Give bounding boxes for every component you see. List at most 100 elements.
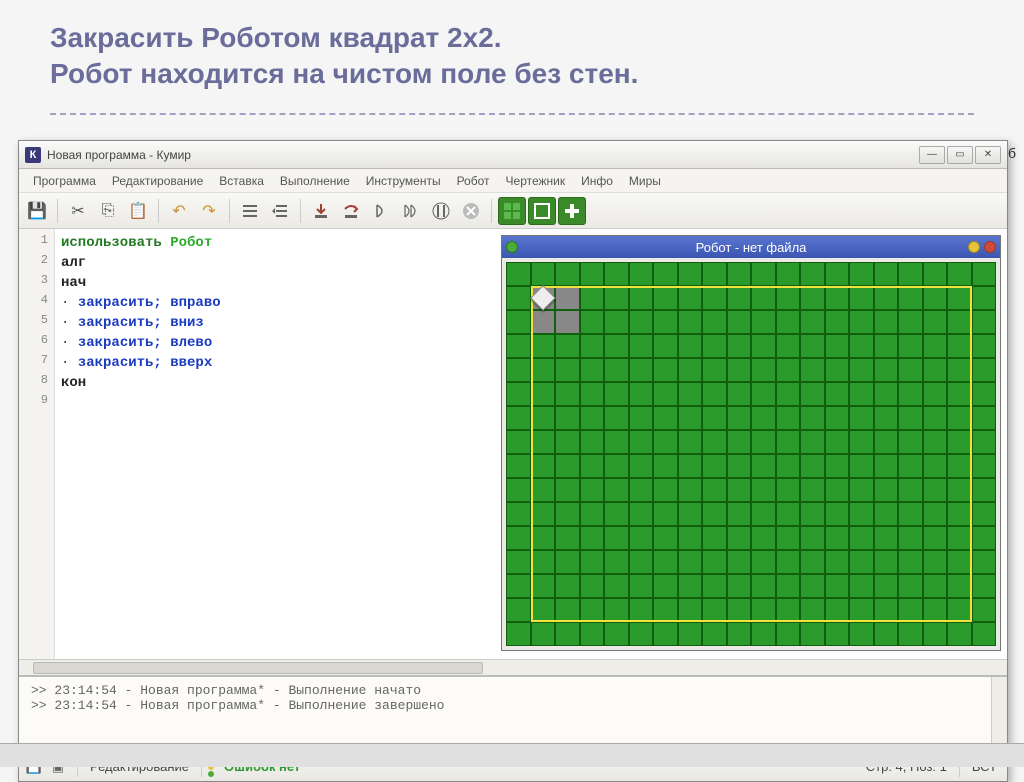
grid-cell[interactable] — [947, 454, 972, 478]
grid-cell[interactable] — [947, 550, 972, 574]
grid-cell[interactable] — [506, 598, 531, 622]
grid-cell[interactable] — [776, 310, 801, 334]
grid-cell[interactable] — [751, 334, 776, 358]
grid-cell[interactable] — [653, 478, 678, 502]
grid-cell[interactable] — [825, 574, 850, 598]
grid-cell[interactable] — [874, 310, 899, 334]
grid-cell[interactable] — [604, 502, 629, 526]
grid-cell[interactable] — [506, 382, 531, 406]
output-scrollbar-v[interactable] — [991, 677, 1007, 751]
grid-cell[interactable] — [702, 502, 727, 526]
grid-cell[interactable] — [800, 574, 825, 598]
grid-cell[interactable] — [825, 526, 850, 550]
grid-cell[interactable] — [604, 574, 629, 598]
grid-cell[interactable] — [727, 430, 752, 454]
grid-cell[interactable] — [629, 502, 654, 526]
robot-dot-red-icon[interactable] — [984, 241, 996, 253]
grid-cell[interactable] — [800, 286, 825, 310]
grid-cell[interactable] — [874, 382, 899, 406]
grid-cell[interactable] — [923, 262, 948, 286]
grid-cell[interactable] — [874, 406, 899, 430]
grid-cell[interactable] — [653, 550, 678, 574]
grid-cell[interactable] — [678, 526, 703, 550]
grid-cell[interactable] — [776, 598, 801, 622]
grid-cell[interactable] — [800, 406, 825, 430]
grid-cell[interactable] — [825, 622, 850, 646]
grid-cell[interactable] — [531, 310, 556, 334]
grid-cell[interactable] — [653, 622, 678, 646]
grid-cell[interactable] — [629, 454, 654, 478]
run-icon[interactable] — [367, 197, 395, 225]
grid-cell[interactable] — [653, 310, 678, 334]
menu-worlds[interactable]: Миры — [621, 171, 669, 191]
grid-cell[interactable] — [849, 310, 874, 334]
grid-cell[interactable] — [800, 478, 825, 502]
grid-cell[interactable] — [849, 430, 874, 454]
grid-cell[interactable] — [825, 550, 850, 574]
grid-cell[interactable] — [825, 598, 850, 622]
grid-cell[interactable] — [555, 478, 580, 502]
grid-cell[interactable] — [506, 550, 531, 574]
pause-icon[interactable] — [427, 197, 455, 225]
grid-cell[interactable] — [555, 574, 580, 598]
grid-cell[interactable] — [947, 622, 972, 646]
grid-cell[interactable] — [629, 358, 654, 382]
grid-cell[interactable] — [702, 598, 727, 622]
grid-cell[interactable] — [947, 334, 972, 358]
grid-cell[interactable] — [751, 574, 776, 598]
undo-icon[interactable]: ↶ — [165, 197, 193, 225]
grid-cell[interactable] — [727, 310, 752, 334]
grid-cell[interactable] — [506, 358, 531, 382]
grid-cell[interactable] — [580, 430, 605, 454]
grid-cell[interactable] — [555, 454, 580, 478]
grid-cell[interactable] — [800, 382, 825, 406]
grid-cell[interactable] — [653, 454, 678, 478]
grid-cell[interactable] — [849, 358, 874, 382]
grid-cell[interactable] — [629, 574, 654, 598]
grid-cell[interactable] — [653, 526, 678, 550]
grid-cell[interactable] — [972, 454, 997, 478]
grid-cell[interactable] — [580, 286, 605, 310]
grid-cell[interactable] — [727, 622, 752, 646]
maximize-button[interactable]: ▭ — [947, 146, 973, 164]
grid-cell[interactable] — [751, 310, 776, 334]
grid-cell[interactable] — [580, 502, 605, 526]
grid-cell[interactable] — [874, 622, 899, 646]
grid-cell[interactable] — [874, 502, 899, 526]
grid-cell[interactable] — [776, 430, 801, 454]
grid-cell[interactable] — [580, 334, 605, 358]
grid-cell[interactable] — [678, 598, 703, 622]
grid-cell[interactable] — [923, 622, 948, 646]
save-icon[interactable]: 💾 — [23, 197, 51, 225]
grid-cell[interactable] — [898, 430, 923, 454]
grid-cell[interactable] — [751, 358, 776, 382]
grid-cell[interactable] — [702, 550, 727, 574]
grid-cell[interactable] — [972, 622, 997, 646]
menu-info[interactable]: Инфо — [573, 171, 621, 191]
grid-cell[interactable] — [923, 478, 948, 502]
grid-cell[interactable] — [678, 310, 703, 334]
grid-cell[interactable] — [849, 334, 874, 358]
grid-cell[interactable] — [776, 454, 801, 478]
grid-cell[interactable] — [800, 358, 825, 382]
grid-cell[interactable] — [531, 526, 556, 550]
grid-cell[interactable] — [702, 622, 727, 646]
grid-cell[interactable] — [531, 598, 556, 622]
grid-cell[interactable] — [531, 382, 556, 406]
grid-cell[interactable] — [653, 286, 678, 310]
grid-cell[interactable] — [776, 262, 801, 286]
grid-cell[interactable] — [751, 286, 776, 310]
grid-cell[interactable] — [653, 406, 678, 430]
grid-cell[interactable] — [678, 622, 703, 646]
grid-cell[interactable] — [800, 334, 825, 358]
grid-cell[interactable] — [776, 406, 801, 430]
grid-cell[interactable] — [972, 310, 997, 334]
grid-cell[interactable] — [898, 478, 923, 502]
grid-cell[interactable] — [678, 334, 703, 358]
grid-cell[interactable] — [506, 430, 531, 454]
grid-cell[interactable] — [604, 358, 629, 382]
grid-cell[interactable] — [751, 502, 776, 526]
grid-cell[interactable] — [702, 478, 727, 502]
grid-cell[interactable] — [776, 502, 801, 526]
grid-cell[interactable] — [849, 286, 874, 310]
